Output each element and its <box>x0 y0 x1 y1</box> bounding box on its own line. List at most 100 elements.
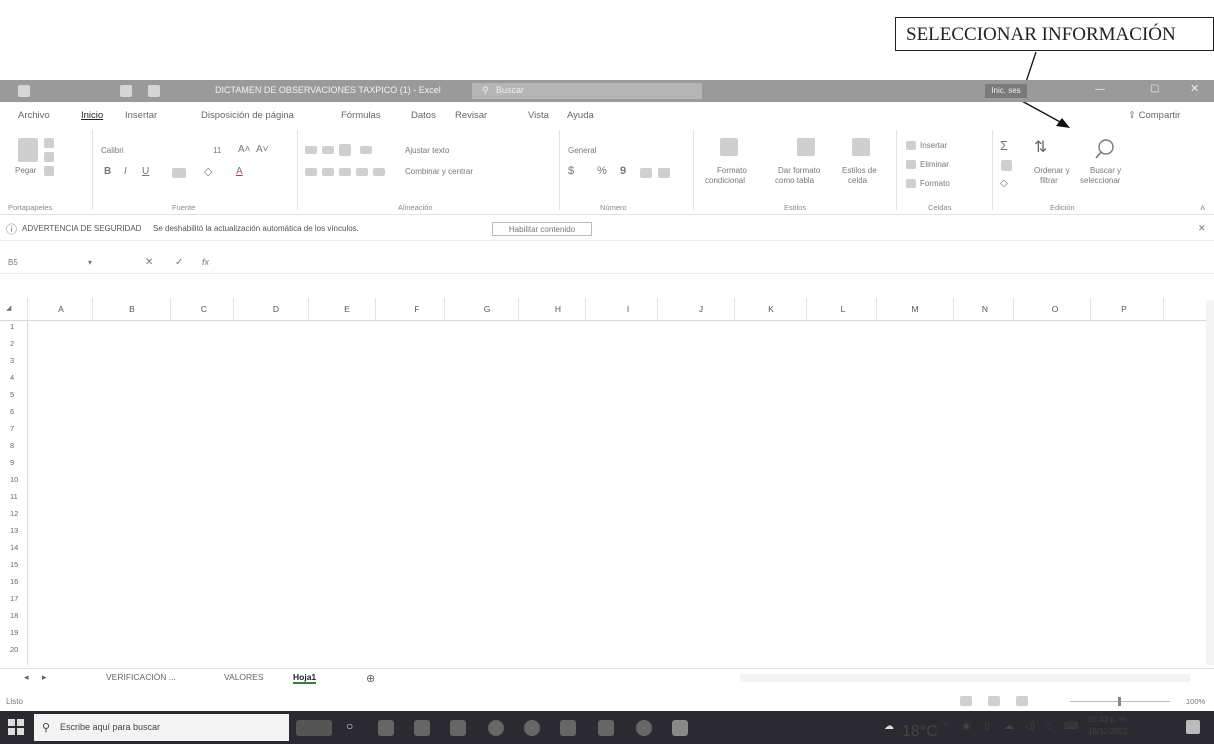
normal-view-icon[interactable] <box>960 696 972 706</box>
autosum-icon[interactable]: Σ <box>1000 138 1008 153</box>
column-header[interactable]: E <box>337 304 357 314</box>
formula-input[interactable] <box>225 256 1185 270</box>
prev-sheet-icon[interactable]: ◂ <box>24 672 29 683</box>
format-cells-icon[interactable] <box>906 179 916 188</box>
row-header[interactable]: 16 <box>10 577 18 586</box>
collapse-ribbon-icon[interactable]: ˄ <box>1200 203 1205 213</box>
taskbar-search-box[interactable]: ⚲ Escribe aquí para buscar <box>34 714 289 741</box>
row-header[interactable]: 15 <box>10 560 18 569</box>
decrease-decimal-icon[interactable] <box>658 168 670 178</box>
row-header[interactable]: 6 <box>10 407 14 416</box>
save-icon[interactable] <box>120 85 132 97</box>
cell-styles-label-2[interactable]: celda <box>848 176 867 185</box>
tray-chevron-icon[interactable]: ^ <box>944 721 949 732</box>
paste-icon[interactable] <box>18 138 38 162</box>
decrease-indent-icon[interactable] <box>356 168 368 176</box>
column-header[interactable]: K <box>761 304 781 314</box>
row-header[interactable]: 18 <box>10 611 18 620</box>
row-header[interactable]: 17 <box>10 594 18 603</box>
row-header[interactable]: 2 <box>10 339 14 348</box>
vertical-scrollbar[interactable] <box>1206 300 1214 665</box>
conditional-format-icon[interactable] <box>720 138 738 156</box>
format-painter-icon[interactable] <box>44 166 54 176</box>
clock-date[interactable]: 18/11/2022 <box>1088 727 1127 736</box>
tab-archivo[interactable]: Archivo <box>18 110 50 121</box>
word-icon[interactable] <box>560 720 576 736</box>
conditional-format-label-2[interactable]: condicional <box>705 176 745 185</box>
font-color-icon[interactable]: A <box>236 166 243 177</box>
browser-icon[interactable] <box>488 720 504 736</box>
column-header[interactable]: B <box>122 304 142 314</box>
onedrive-icon[interactable]: ☁ <box>1004 721 1014 732</box>
app-icon[interactable] <box>598 720 614 736</box>
row-header[interactable]: 4 <box>10 373 14 382</box>
format-as-table-label[interactable]: Dar formato <box>778 166 820 175</box>
row-header[interactable]: 9 <box>10 458 14 467</box>
enable-content-button[interactable]: Habilitar contenido <box>492 222 592 236</box>
name-box[interactable]: B5 <box>8 258 18 267</box>
zoom-slider-thumb[interactable] <box>1118 697 1121 706</box>
tab-disposicion[interactable]: Disposición de página <box>201 110 294 121</box>
column-header[interactable]: N <box>975 304 995 314</box>
sort-filter-icon[interactable]: ⇅ <box>1034 137 1047 157</box>
language-icon[interactable]: ⌨ <box>1064 721 1078 732</box>
weather-widget-icon[interactable] <box>296 720 332 736</box>
row-header[interactable]: 20 <box>10 645 18 654</box>
chrome-icon[interactable] <box>524 720 540 736</box>
row-header[interactable]: 14 <box>10 543 18 552</box>
fx-label[interactable]: fx <box>202 257 209 267</box>
cancel-formula-icon[interactable]: ✕ <box>145 257 153 268</box>
column-header[interactable]: I <box>618 304 638 314</box>
tab-formulas[interactable]: Fórmulas <box>341 110 381 121</box>
wrap-text-button[interactable]: Ajustar texto <box>405 146 449 155</box>
column-header[interactable]: A <box>51 304 71 314</box>
fill-color-icon[interactable]: ◇ <box>204 165 212 178</box>
increase-indent-icon[interactable] <box>373 168 385 176</box>
cut-icon[interactable] <box>44 138 54 148</box>
align-bottom-icon[interactable] <box>339 144 351 156</box>
add-sheet-icon[interactable]: ⊕ <box>366 672 375 685</box>
font-name-select[interactable]: Calibri <box>101 146 124 155</box>
maximize-icon[interactable]: ▢ <box>1150 83 1159 94</box>
clear-icon[interactable]: ◇ <box>1000 178 1008 189</box>
paste-label[interactable]: Pegar <box>15 166 36 175</box>
italic-icon[interactable]: I <box>124 166 127 177</box>
page-break-view-icon[interactable] <box>1016 696 1028 706</box>
align-center-icon[interactable] <box>322 168 334 176</box>
row-header[interactable]: 12 <box>10 509 18 518</box>
volume-icon[interactable]: ◁) <box>1024 721 1035 732</box>
align-right-icon[interactable] <box>339 168 351 176</box>
row-header[interactable]: 3 <box>10 356 14 365</box>
bold-icon[interactable]: B <box>104 166 111 177</box>
insert-cells-button[interactable]: Insertar <box>920 141 947 150</box>
row-header[interactable]: 11 <box>10 492 18 501</box>
align-middle-icon[interactable] <box>322 146 334 154</box>
undo-icon[interactable] <box>148 85 160 97</box>
column-header[interactable]: D <box>266 304 286 314</box>
column-header[interactable]: P <box>1114 304 1134 314</box>
sort-filter-label-2[interactable]: filtrar <box>1040 176 1058 185</box>
excel-icon[interactable] <box>672 720 688 736</box>
tab-inicio[interactable]: Inicio <box>81 110 103 121</box>
shrink-font-icon[interactable]: A˅ <box>256 144 269 155</box>
format-as-table-icon[interactable] <box>797 138 815 156</box>
grow-font-icon[interactable]: A˄ <box>238 144 251 155</box>
column-header[interactable]: C <box>194 304 214 314</box>
row-header[interactable]: 5 <box>10 390 14 399</box>
insert-cells-icon[interactable] <box>906 141 916 150</box>
increase-decimal-icon[interactable] <box>640 168 652 178</box>
conditional-format-label[interactable]: Formato <box>717 166 747 175</box>
column-header[interactable]: F <box>407 304 427 314</box>
cortana-icon[interactable]: ○ <box>346 719 353 733</box>
tab-revisar[interactable]: Revisar <box>455 110 487 121</box>
confirm-formula-icon[interactable]: ✓ <box>175 257 183 268</box>
row-header[interactable]: 19 <box>10 628 18 637</box>
column-header[interactable]: G <box>477 304 497 314</box>
close-icon[interactable]: ✕ <box>1190 82 1199 95</box>
orientation-icon[interactable] <box>360 146 372 154</box>
cell-styles-label[interactable]: Estilos de <box>842 166 877 175</box>
clock-time[interactable]: 01:43 p. m. <box>1088 715 1128 724</box>
column-header[interactable]: H <box>548 304 568 314</box>
font-size-select[interactable]: 11 <box>213 146 221 155</box>
network-icon[interactable]: ⌂ <box>1046 721 1052 732</box>
